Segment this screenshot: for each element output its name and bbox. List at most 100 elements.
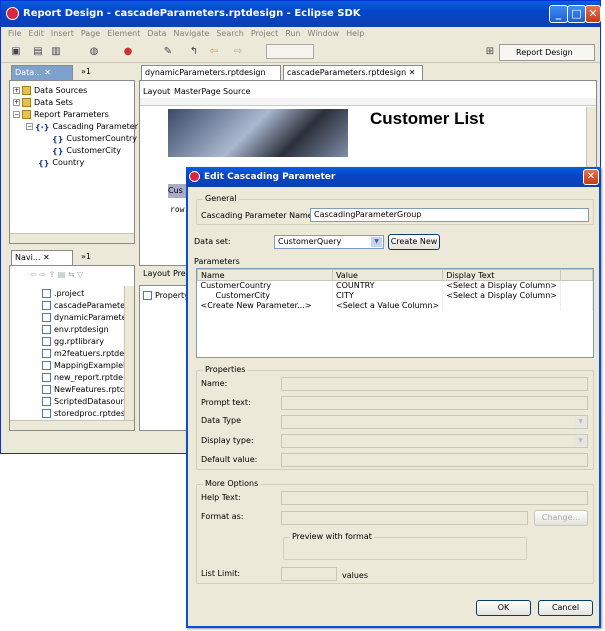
cascading-name-input[interactable]: CascadingParameterGroup [310, 208, 589, 222]
help-text-input[interactable] [281, 491, 588, 505]
tree-item-report-parameters[interactable]: − Report Parameters [13, 109, 109, 121]
menu-window[interactable]: Window [308, 29, 340, 38]
file-label: ScriptedDatasourc [54, 397, 128, 406]
subtab-masterpage[interactable]: MasterPage [174, 87, 221, 96]
menu-file[interactable]: File [8, 29, 21, 38]
print-icon[interactable]: ▥ [49, 45, 63, 58]
preview-icon[interactable]: ◍ [87, 45, 101, 58]
change-format-button[interactable]: Change... [534, 510, 588, 526]
menu-page[interactable]: Page [81, 29, 100, 38]
file-icon [42, 361, 51, 370]
back-arrow-icon[interactable]: ⇦ [207, 45, 221, 58]
main-toolbar: ▣ ▤ ▥ ◍ ● ✎ ↰ ⇦ ⇨ ⊞ Report Design [1, 41, 600, 63]
ok-button[interactable]: OK [476, 600, 531, 616]
list-item[interactable]: dynamicParamete [42, 312, 127, 324]
menu-run[interactable]: Run [285, 29, 300, 38]
minimize-button[interactable]: _ [549, 5, 568, 23]
list-item[interactable]: storedproc.rptdes [42, 408, 125, 420]
dialog-close-button[interactable]: ✕ [583, 169, 599, 185]
dialog-titlebar[interactable]: Edit Cascading Parameter ✕ [186, 167, 601, 187]
prop-name-input[interactable] [281, 377, 588, 391]
maximize-button[interactable]: □ [567, 5, 586, 23]
col-value[interactable]: Value [331, 269, 444, 281]
table-row[interactable]: <Create New Parameter...> <Select a Value… [197, 300, 594, 311]
tab-dynamic-parameters[interactable]: dynamicParameters.rptdesign [141, 65, 281, 80]
menu-data[interactable]: Data [147, 29, 166, 38]
menu-project[interactable]: Project [251, 29, 278, 38]
list-item[interactable]: .project [42, 288, 84, 300]
dataset-select[interactable]: CustomerQuery ▼ [274, 235, 384, 249]
display-type-select[interactable]: ▼ [281, 434, 588, 448]
tab-data-explorer[interactable]: Data... ✕ [11, 65, 73, 80]
tree-item-data-sets[interactable]: + Data Sets [13, 97, 73, 109]
subtab-source[interactable]: Source [223, 87, 250, 96]
default-value-input[interactable] [281, 453, 588, 467]
format-as-input[interactable] [281, 511, 528, 525]
table-row[interactable]: CustomerCity CITY <Select a Display Column… [197, 290, 594, 301]
chevron-down-icon: ▼ [575, 436, 586, 446]
list-item[interactable]: NewFeatures.rptc [42, 384, 124, 396]
file-icon [42, 373, 51, 382]
nav-hscrollbar[interactable] [10, 420, 134, 430]
nav-toolbar[interactable]: ⇦ ⇨ ⇧ ▤ ⇆ ▽ [30, 269, 83, 281]
list-item[interactable]: ScriptedDatasourc [42, 396, 128, 408]
preview-label: Preview with format [290, 532, 374, 541]
more-options-label: More Options [203, 479, 261, 488]
window-titlebar[interactable]: Report Design - cascadeParameters.rptdes… [1, 1, 601, 27]
prompt-text-input[interactable] [281, 396, 588, 410]
chevron-down-icon: ▼ [371, 237, 382, 247]
menu-edit[interactable]: Edit [28, 29, 44, 38]
table-header-cell[interactable]: Cus [168, 184, 188, 198]
back-history-icon[interactable]: ↰ [187, 45, 201, 58]
display-type-label: Display type: [201, 436, 254, 445]
list-item[interactable]: m2featuers.rptde [42, 348, 124, 360]
tree-item-data-sources[interactable]: + Data Sources [13, 85, 87, 97]
properties-group: Properties Name: Prompt text: Data Type … [196, 365, 594, 470]
close-button[interactable]: ✕ [585, 5, 601, 23]
perspective-report-design[interactable]: Report Design [499, 44, 595, 61]
dataset-label: Data set: [194, 237, 231, 246]
new-icon[interactable]: ▣ [9, 45, 23, 58]
bottom-tab-preview[interactable]: Pre [173, 269, 186, 278]
menu-element[interactable]: Element [107, 29, 140, 38]
list-item[interactable]: cascadeParameter [42, 300, 128, 312]
run-icon[interactable]: ● [121, 45, 135, 58]
menu-help[interactable]: Help [346, 29, 364, 38]
subtab-layout[interactable]: Layout [143, 87, 170, 96]
menu-search[interactable]: Search [216, 29, 243, 38]
data-type-select[interactable]: ▼ [281, 415, 588, 429]
bottom-tab-layout[interactable]: Layout [143, 269, 170, 278]
nav-tab-overflow[interactable]: »1 [81, 252, 91, 261]
cancel-button[interactable]: Cancel [538, 600, 593, 616]
create-new-button[interactable]: Create New [388, 234, 440, 250]
col-display[interactable]: Display Text [442, 269, 561, 281]
property-tab[interactable]: Property [143, 291, 189, 300]
forward-arrow-icon[interactable]: ⇨ [231, 45, 245, 58]
tree-hscrollbar[interactable] [10, 233, 134, 243]
pencil-icon[interactable]: ✎ [161, 45, 175, 58]
menu-insert[interactable]: Insert [51, 29, 74, 38]
table-row[interactable]: CustomerCountry COUNTRY <Select a Display … [197, 280, 594, 291]
file-icon [42, 337, 51, 346]
tree-item-cascading-parameter[interactable]: − {·} Cascading Parameter [26, 121, 138, 133]
file-label: cascadeParameter [54, 301, 129, 310]
list-limit-input[interactable] [281, 567, 337, 581]
list-item[interactable]: env.rptdesign [42, 324, 109, 336]
tree-item-customer-city[interactable]: {} CustomerCity [52, 145, 121, 157]
tab-cascade-parameters[interactable]: cascadeParameters.rptdesign ✕ [283, 65, 423, 80]
list-item[interactable]: MappingExampleB [42, 360, 129, 372]
save-icon[interactable]: ▤ [31, 45, 45, 58]
tab-overflow[interactable]: »1 [81, 67, 91, 76]
tree-item-customer-country[interactable]: {} CustomerCountry [52, 133, 137, 145]
row-cell[interactable]: row [170, 205, 184, 214]
col-name[interactable]: Name [197, 269, 333, 281]
list-item[interactable]: new_report.rptde [42, 372, 123, 384]
nav-vscrollbar[interactable] [124, 286, 134, 420]
list-item[interactable]: gg.rptlibrary [42, 336, 104, 348]
tab-navigator[interactable]: Navi... ✕ [11, 250, 73, 265]
menu-navigate[interactable]: Navigate [173, 29, 209, 38]
tree-item-country[interactable]: {} Country [38, 157, 84, 169]
toolbar-combo[interactable] [266, 44, 314, 59]
open-perspective-icon[interactable]: ⊞ [483, 45, 497, 58]
data-explorer-tree: + Data Sources + Data Sets − Report Paramet… [9, 80, 138, 244]
